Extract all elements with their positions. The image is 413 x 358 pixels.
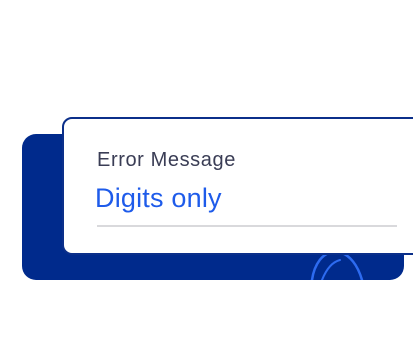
- field-underline: [97, 225, 397, 227]
- text-field-card[interactable]: Error Message Digits only: [62, 117, 413, 255]
- field-label: Error Message: [97, 149, 236, 171]
- field-value[interactable]: Digits only: [95, 183, 222, 214]
- illustration-stage: Error Message Digits only: [0, 0, 413, 358]
